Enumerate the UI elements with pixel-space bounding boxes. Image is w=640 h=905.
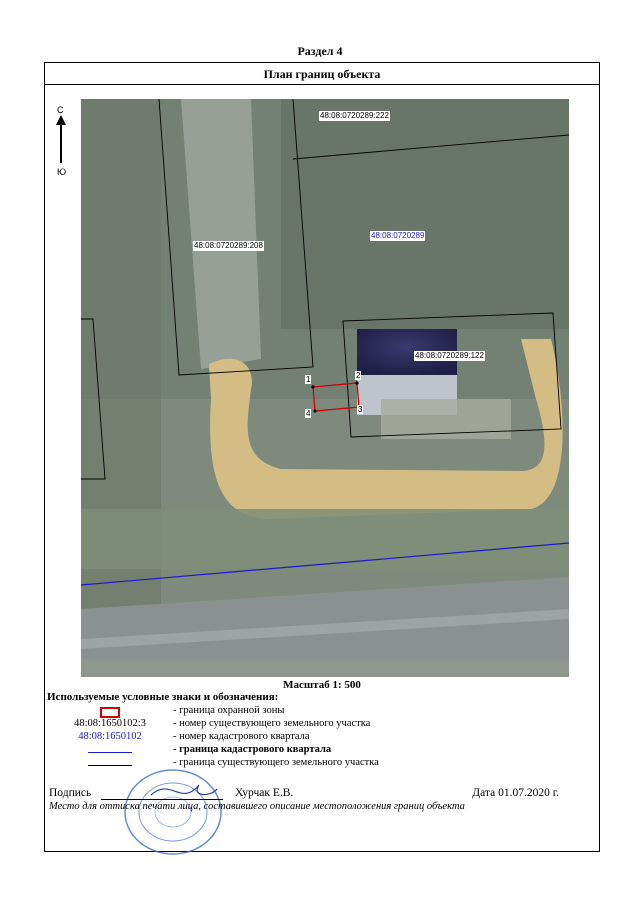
north-arrow-icon: С Ю (55, 105, 69, 195)
legend-desc: - номер кадастрового квартала (173, 731, 310, 742)
stamp-seal (121, 767, 225, 857)
legend-desc: - номер существующего земельного участка (173, 718, 371, 729)
section-title: Раздел 4 (297, 44, 343, 58)
label-quarter: 48:08:0720289 (370, 231, 426, 241)
signature-label: Подпись (49, 787, 92, 799)
compass-arrow (56, 115, 66, 163)
label-parcel-208: 48:08:0720289:208 (193, 241, 264, 251)
legend-title: Используемые условные знаки и обозначени… (47, 691, 279, 703)
signature-line (101, 799, 223, 800)
document-frame: План границ объекта 48:08:0720289:222 48… (44, 62, 600, 855)
legend-row-quarter-number: 48:08:1650102 - номер кадастрового кварт… (45, 731, 599, 744)
satellite-map: 48:08:0720289:222 48:08:0720289:208 48:0… (81, 99, 569, 677)
stamp-note: Место для оттиска печати лица, составивш… (49, 801, 465, 812)
scale-label: Масштаб 1: 500 (283, 679, 361, 691)
map-canvas (81, 99, 569, 677)
signature-row: Подпись Хурчак Е.В. Дата 01.07.2020 г. (49, 787, 599, 801)
legend-symbol-parcel: 48:08:1650102:3 (74, 718, 146, 729)
point-label-1: 1 (305, 375, 312, 384)
label-parcel-222: 48:08:0720289:222 (319, 111, 390, 121)
point-label-3: 3 (357, 405, 364, 414)
legend-desc: - граница кадастрового квартала (173, 744, 332, 755)
compass-south: Ю (57, 167, 67, 177)
plan-header: План границ объекта (45, 63, 599, 85)
legend-symbol-blue-line (55, 744, 165, 755)
signature-date: Дата 01.07.2020 г. (472, 787, 559, 799)
legend-row-parcel-number: 48:08:1650102:3 - номер существующего зе… (45, 718, 599, 731)
label-parcel-122: 48:08:0720289:122 (414, 351, 485, 361)
legend-row-quarter-boundary: - граница кадастрового квартала (45, 744, 599, 757)
point-label-4: 4 (305, 409, 312, 418)
point-label-2: 2 (355, 371, 362, 380)
signer-name: Хурчак Е.В. (235, 787, 294, 799)
compass-north: С (57, 105, 64, 115)
legend-desc: - граница охранной зоны (173, 705, 285, 716)
legend-symbol-quarter: 48:08:1650102 (78, 731, 142, 742)
legend-row-protection: - граница охранной зоны (45, 705, 599, 718)
